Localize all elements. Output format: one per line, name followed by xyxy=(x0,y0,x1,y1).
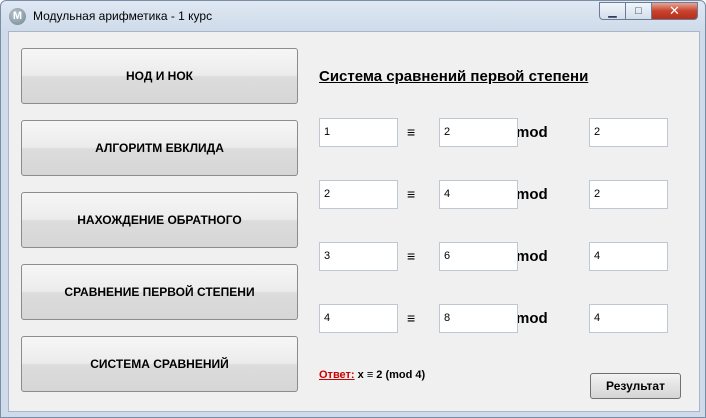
coef-a-input-1[interactable]: 1 xyxy=(319,118,398,147)
coef-b-input-1[interactable]: 2 xyxy=(439,118,518,147)
mod-label: mod xyxy=(516,124,548,141)
gcd-lcm-button[interactable]: НОД И НОК xyxy=(21,48,298,104)
caption-buttons: ▁ □ ✕ xyxy=(599,2,698,21)
coef-b-input-3[interactable]: 6 xyxy=(439,242,518,271)
page-title: Система сравнений первой степени xyxy=(319,68,589,85)
app-window: M Модульная арифметика - 1 курс ▁ □ ✕ НО… xyxy=(0,0,706,418)
coef-a-input-3[interactable]: 3 xyxy=(319,242,398,271)
modulus-input-3[interactable]: 4 xyxy=(589,242,668,271)
coef-b-input-4[interactable]: 8 xyxy=(439,304,518,333)
linear-congruence-button[interactable]: СРАВНЕНИЕ ПЕРВОЙ СТЕПЕНИ xyxy=(21,264,298,320)
euclid-algorithm-button[interactable]: АЛГОРИТМ ЕВКЛИДА xyxy=(21,120,298,176)
mod-label: mod xyxy=(516,186,548,203)
equiv-symbol: ≡ xyxy=(407,186,416,202)
maximize-icon: □ xyxy=(635,5,642,17)
equiv-symbol: ≡ xyxy=(407,310,416,326)
result-button[interactable]: Результат xyxy=(590,373,681,399)
close-icon: ✕ xyxy=(669,3,680,18)
window-title: Модульная арифметика - 1 курс xyxy=(33,9,213,23)
answer-value: x ≡ 2 (mod 4) xyxy=(357,369,426,381)
modulus-input-1[interactable]: 2 xyxy=(589,118,668,147)
modulus-input-4[interactable]: 4 xyxy=(589,304,668,333)
close-button[interactable]: ✕ xyxy=(652,2,698,20)
coef-a-input-4[interactable]: 4 xyxy=(319,304,398,333)
answer-line: Ответ: x ≡ 2 (mod 4) xyxy=(319,369,425,381)
modulus-input-2[interactable]: 2 xyxy=(589,180,668,209)
coef-a-input-2[interactable]: 2 xyxy=(319,180,398,209)
app-icon[interactable]: M xyxy=(9,8,26,25)
minimize-button[interactable]: ▁ xyxy=(599,2,626,20)
client-area: НОД И НОК АЛГОРИТМ ЕВКЛИДА НАХОЖДЕНИЕ ОБ… xyxy=(8,31,700,412)
minimize-icon: ▁ xyxy=(608,5,617,18)
mod-label: mod xyxy=(516,248,548,265)
answer-label: Ответ: xyxy=(319,369,355,381)
equiv-symbol: ≡ xyxy=(407,124,416,140)
coef-b-input-2[interactable]: 4 xyxy=(439,180,518,209)
equiv-symbol: ≡ xyxy=(407,248,416,264)
find-inverse-button[interactable]: НАХОЖДЕНИЕ ОБРАТНОГО xyxy=(21,192,298,248)
congruence-system-button[interactable]: СИСТЕМА СРАВНЕНИЙ xyxy=(21,336,298,392)
mod-label: mod xyxy=(516,310,548,327)
maximize-button[interactable]: □ xyxy=(626,2,652,20)
title-bar[interactable]: M Модульная арифметика - 1 курс ▁ □ ✕ xyxy=(1,1,705,31)
